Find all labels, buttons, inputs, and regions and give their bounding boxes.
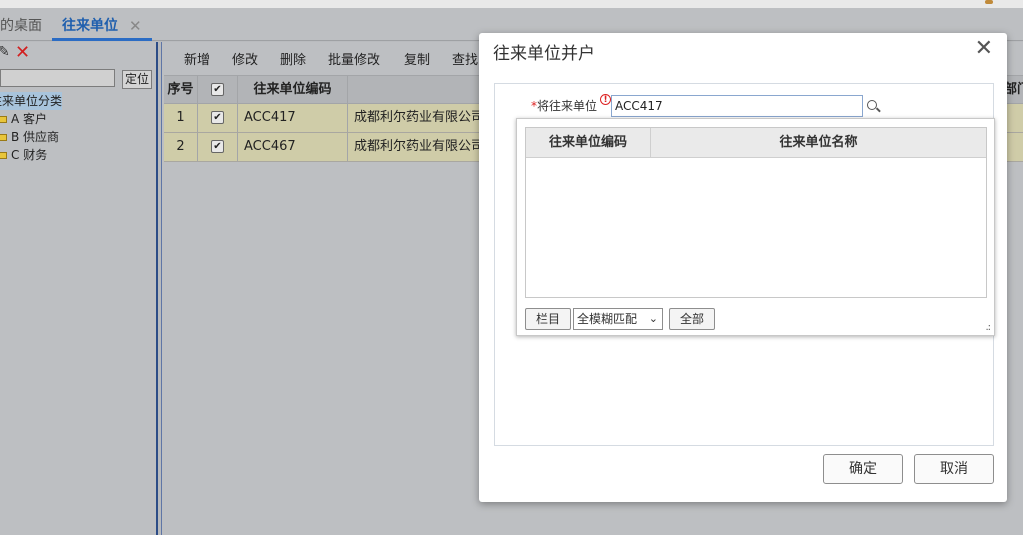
tree-node-label: C 财务 [11,148,48,162]
row-code: ACC417 [238,104,348,132]
ok-button[interactable]: 确定 [823,454,903,484]
tree-root[interactable]: 往来单位分类 [0,92,62,110]
row-seq: 2 [164,133,198,161]
toolbar-add-button[interactable]: 新增 [184,49,210,68]
corner-deco-icon [985,0,993,4]
tree-node-finance[interactable]: C 财务 [0,146,156,164]
row-checkbox[interactable]: ✔ [198,133,238,161]
tree-node-label: A 客户 [11,112,48,126]
checkbox-icon[interactable]: ✔ [211,140,224,153]
lookup-dropdown: 往来单位编码 往来单位名称 栏目 全模糊匹配 ⌄ 全部 .: [516,118,995,336]
match-mode-value: 全模糊匹配 [577,312,638,326]
lookup-col-name: 往来单位名称 [779,135,858,150]
tree-node-supplier[interactable]: B 供应商 [0,128,156,146]
toolbar-edit-button[interactable]: 修改 [232,49,258,68]
dialog-title: 往来单位并户 [493,44,595,64]
header-code: 往来单位编码 [238,76,348,103]
unit-code-input[interactable]: ACC417 [611,95,863,117]
all-button[interactable]: 全部 [669,308,715,330]
resize-grip-icon[interactable]: .: [985,322,990,333]
left-toolbar: ✎ ✕ [0,42,156,64]
tab-contact-units[interactable]: 往来单位 ✕ [52,12,152,41]
edit-icon[interactable]: ✎ [0,44,10,60]
match-mode-select[interactable]: 全模糊匹配 ⌄ [573,308,663,330]
lookup-table: 往来单位编码 往来单位名称 [525,127,987,298]
row-code: ACC467 [238,133,348,161]
top-strip [0,0,1023,8]
folder-icon [0,116,7,123]
checkbox-icon[interactable]: ✔ [211,111,224,124]
header-select-all[interactable]: ✔ [198,76,238,103]
field-label-text: 将往来单位 [537,99,598,113]
checkbox-icon[interactable]: ✔ [211,83,224,96]
tab-label: 往来单位 [62,18,118,34]
locate-button[interactable]: 定位 [122,70,152,89]
dialog-body: *将往来单位 ! ACC417 往来单位编码 往来单位名称 栏目 全模糊匹配 ⌄ … [494,83,995,446]
left-panel: ✎ ✕ 定位 往来单位分类 A 客户 B 供应商 C 财务 [0,42,156,535]
header-seq: 序号 [164,76,198,103]
row-seq: 1 [164,104,198,132]
row-checkbox[interactable]: ✔ [198,104,238,132]
tree-node-customer[interactable]: A 客户 [0,110,156,128]
delete-icon[interactable]: ✕ [15,42,30,63]
tab-my-desktop[interactable]: 我的桌面 [0,12,48,41]
merge-dialog: 往来单位并户 ✕ *将往来单位 ! ACC417 往来单位编码 往来单位名称 栏… [479,33,1007,502]
lookup-footer: 栏目 全模糊匹配 ⌄ 全部 [525,308,987,332]
toolbar-batch-edit-button[interactable]: 批量修改 [328,49,380,68]
tree-node-label: B 供应商 [11,130,60,144]
folder-icon [0,134,7,141]
toolbar-delete-button[interactable]: 删除 [280,49,306,68]
lookup-col-code: 往来单位编码 [526,128,651,158]
warning-icon: ! [600,94,611,105]
toolbar-copy-button[interactable]: 复制 [404,49,430,68]
search-icon[interactable] [863,95,883,117]
folder-icon [0,152,7,159]
tree-search-input[interactable] [0,69,115,87]
tab-close-icon[interactable]: ✕ [129,12,142,40]
field-label: *将往来单位 [531,97,597,114]
cancel-button[interactable]: 取消 [914,454,994,484]
category-tree: 往来单位分类 A 客户 B 供应商 C 财务 [0,92,156,164]
toolbar-find-button[interactable]: 查找 [452,49,478,68]
lookup-header: 往来单位编码 往来单位名称 [526,128,986,158]
close-icon[interactable]: ✕ [975,36,993,61]
chevron-down-icon: ⌄ [648,312,658,325]
columns-button[interactable]: 栏目 [525,308,571,330]
